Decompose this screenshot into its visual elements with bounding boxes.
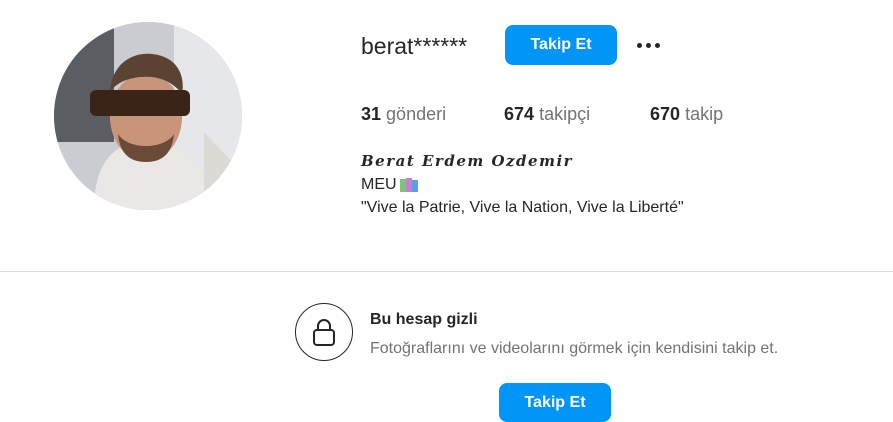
lock-icon	[295, 303, 353, 361]
profile-full-name: Berat Erdem Ozdemir	[361, 152, 574, 170]
stat-following-label: takip	[685, 104, 724, 124]
books-emoji-icon	[399, 178, 418, 192]
stat-following[interactable]: 670 takip	[650, 103, 723, 125]
private-account-title: Bu hesap gizli	[370, 311, 478, 328]
stat-posts-label: gönderi	[386, 104, 447, 124]
follow-button[interactable]: Takip Et	[505, 25, 617, 65]
profile-avatar[interactable]	[54, 22, 242, 210]
profile-username: berat******	[361, 33, 468, 59]
stat-posts-count: 31	[361, 104, 382, 124]
follow-button-bottom[interactable]: Takip Et	[499, 383, 611, 422]
bio-line-1: MEU	[361, 175, 419, 195]
profile-photo	[54, 22, 242, 210]
stat-followers[interactable]: 674 takipçi	[504, 103, 590, 125]
stat-followers-count: 674	[504, 104, 535, 124]
stat-following-count: 670	[650, 104, 681, 124]
bio-line-2: "Vive la Patrie, Vive la Nation, Vive la…	[361, 199, 684, 216]
stat-followers-label: takipçi	[539, 104, 591, 124]
private-account-description: Fotoğraflarını ve videolarını görmek içi…	[370, 340, 779, 357]
stat-posts[interactable]: 31 gönderi	[361, 103, 446, 125]
more-options-icon[interactable]	[633, 32, 663, 58]
bio-line-1-text: MEU	[361, 176, 397, 193]
section-divider	[0, 271, 893, 272]
